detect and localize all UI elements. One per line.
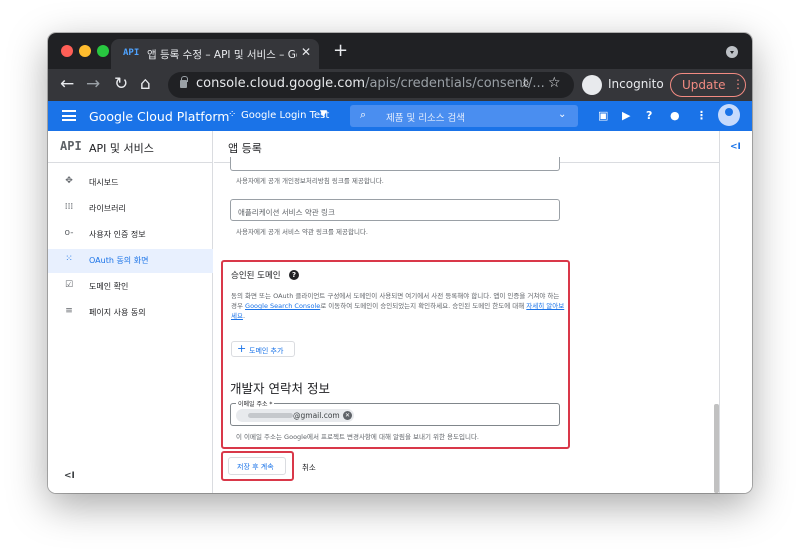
more-vert-icon[interactable]: ⋮ (696, 109, 707, 122)
cancel-button[interactable]: 취소 (302, 462, 316, 473)
email-field-label: 이메일 주소 * (236, 399, 275, 408)
main-content: 앱 등록 사용자에게 공개 개인정보처리방침 링크를 제공합니다. 애플리케이션… (214, 131, 719, 493)
back-arrow-icon[interactable]: ← (60, 74, 74, 94)
notifications-bell-icon[interactable]: ● (670, 109, 680, 122)
privacy-policy-field[interactable] (230, 157, 560, 171)
search-placeholder: 제품 및 리소스 검색 (386, 113, 465, 124)
update-label: Update (682, 78, 726, 92)
sidebar-item-label: 도메인 확인 (89, 282, 129, 291)
incognito-label[interactable]: Incognito (608, 77, 664, 91)
cloud-shell-icon[interactable]: ▶ (622, 109, 630, 122)
tab-bar: API 앱 등록 수정 – API 및 서비스 – Goo ✕ + (48, 33, 752, 69)
sidebar-item-domain-verification[interactable]: ☑ 도메인 확인 (48, 275, 213, 299)
url-text: console.cloud.google.com/apis/credential… (196, 76, 545, 91)
tab-close-icon[interactable]: ✕ (301, 45, 311, 59)
collapse-sidebar-icon[interactable]: <I (64, 471, 75, 481)
developer-contact-title: 개발자 연락처 정보 (230, 381, 330, 396)
gcp-brand[interactable]: Google Cloud Platform (89, 109, 229, 124)
close-window-button[interactable] (61, 45, 73, 57)
add-domain-button[interactable]: + 도메인 추가 (231, 341, 295, 357)
tos-helper: 사용자에게 공개 서비스 약관 링크를 제공합니다. (236, 228, 368, 236)
authorized-domains-title: 승인된 도메인 (231, 271, 281, 281)
domain-verify-icon: ☑ (64, 280, 74, 290)
privacy-helper: 사용자에게 공개 개인정보처리방침 링크를 제공합니다. (236, 177, 384, 185)
browser-window: API 앱 등록 수정 – API 및 서비스 – Goo ✕ + ← → ↻ … (48, 33, 752, 493)
api-favicon-icon: API (123, 48, 140, 58)
address-bar[interactable]: console.cloud.google.com/apis/credential… (168, 72, 574, 98)
sidebar-title: API 및 서비스 (89, 142, 154, 155)
chevron-down-icon[interactable]: ▼ (320, 109, 327, 119)
sidebar-header: API API 및 서비스 (48, 131, 213, 163)
save-button-label: 저장 후 계속 (237, 463, 274, 471)
page-title: 앱 등록 (228, 142, 262, 155)
sidebar-item-oauth-consent[interactable]: ⁙ OAuth 동의 화면 (48, 249, 213, 273)
search-input[interactable]: ⌕ 제품 및 리소스 검색 ⌄ (350, 105, 578, 127)
email-field[interactable]: 이메일 주소 * @gmail.com ✕ (230, 399, 560, 426)
sidebar-item-label: 대시보드 (89, 178, 119, 187)
search-icon: ⌕ (360, 108, 367, 121)
incognito-icon[interactable] (582, 75, 602, 95)
sidebar-item-credentials[interactable]: o- 사용자 인증 정보 (48, 223, 213, 247)
terms-field-label: 애플리케이션 서비스 약관 링크 (238, 208, 335, 217)
library-icon: ⁞⁞⁞ (64, 202, 74, 212)
zoom-search-icon[interactable]: ⌕ (522, 75, 530, 91)
help-icon[interactable]: ? (646, 109, 652, 122)
gcp-header: Google Cloud Platform ⁘ Google Login Tes… (48, 101, 752, 131)
sidebar-item-label: OAuth 동의 화면 (89, 256, 149, 265)
help-circle-icon[interactable]: ? (289, 270, 299, 280)
browser-tab[interactable]: API 앱 등록 수정 – API 및 서비스 – Goo ✕ (111, 39, 319, 69)
new-tab-button[interactable]: + (333, 40, 348, 61)
email-helper: 이 이메일 주소는 Google에서 프로젝트 변경사항에 대해 알림을 보내기… (236, 433, 479, 441)
lock-icon[interactable] (180, 76, 188, 88)
tab-search-icon[interactable] (726, 46, 738, 58)
email-chip-text: @gmail.com (293, 411, 340, 420)
browser-toolbar: ← → ↻ ⌂ console.cloud.google.com/apis/cr… (48, 69, 752, 101)
dashboard-icon: ✥ (65, 176, 73, 186)
more-menu-icon[interactable]: ⋮ (732, 77, 744, 91)
zoom-window-button[interactable] (97, 45, 109, 57)
sidebar-item-page-usage[interactable]: ≡ 페이지 사용 동의 (48, 301, 213, 325)
key-icon: o- (64, 228, 74, 238)
consent-icon: ⁙ (65, 254, 73, 264)
sidebar-item-dashboard[interactable]: ✥ 대시보드 (48, 171, 213, 195)
sidebar-item-label: 사용자 인증 정보 (89, 230, 146, 239)
right-info-panel-rail: <I (719, 131, 752, 493)
sidebar: API API 및 서비스 ✥ 대시보드 ⁞⁞⁞ 라이브러리 o- 사용자 인증… (48, 131, 213, 493)
tab-title: 앱 등록 수정 – API 및 서비스 – Goo (147, 49, 297, 61)
save-and-continue-button[interactable]: 저장 후 계속 (228, 457, 286, 475)
expand-panel-icon[interactable]: <I (730, 142, 741, 152)
hamburger-menu-icon[interactable] (62, 110, 76, 121)
add-domain-label: 도메인 추가 (249, 347, 284, 355)
search-console-link[interactable]: Google Search Console (245, 302, 320, 310)
remove-chip-icon[interactable]: ✕ (343, 411, 352, 420)
email-chip[interactable]: @gmail.com ✕ (236, 409, 354, 422)
plus-icon: + (237, 342, 247, 355)
sidebar-item-library[interactable]: ⁞⁞⁞ 라이브러리 (48, 197, 213, 221)
search-expand-icon[interactable]: ⌄ (558, 109, 566, 120)
gift-icon[interactable]: ▣ (598, 109, 608, 122)
sidebar-item-label: 페이지 사용 동의 (89, 308, 146, 317)
page-settings-icon: ≡ (65, 306, 73, 316)
update-button[interactable]: Update ⋮ (670, 73, 746, 97)
forward-arrow-icon[interactable]: → (86, 74, 100, 94)
authorized-domains-description: 동의 화면 또는 OAuth 클라이언트 구성에서 도메인이 사용되면 여기에서… (231, 292, 565, 320)
project-icon[interactable]: ⁘ (228, 109, 236, 120)
redacted-email (248, 413, 293, 418)
bookmark-star-icon[interactable]: ☆ (548, 75, 561, 91)
terms-of-service-field[interactable]: 애플리케이션 서비스 약관 링크 (230, 199, 560, 221)
home-icon[interactable]: ⌂ (140, 74, 151, 94)
project-selector[interactable]: Google Login Test (241, 110, 329, 121)
sidebar-item-label: 라이브러리 (89, 204, 126, 213)
minimize-window-button[interactable] (79, 45, 91, 57)
api-logo-icon: API (60, 139, 82, 153)
reload-icon[interactable]: ↻ (114, 74, 128, 94)
avatar[interactable] (718, 104, 740, 126)
